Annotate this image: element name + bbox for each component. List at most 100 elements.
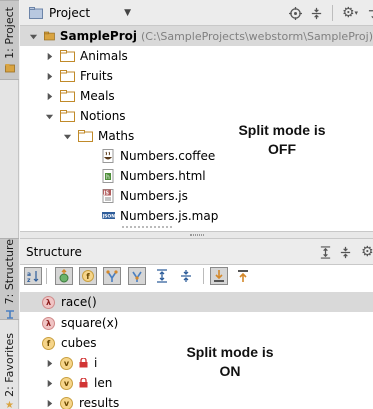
hide-panel-icon[interactable]: [366, 5, 373, 21]
folder-icon: [60, 70, 75, 82]
settings-gear-icon[interactable]: ⚙▾: [338, 5, 362, 21]
svg-text:JSON: JSON: [102, 214, 115, 220]
coffee-file-icon: [102, 149, 114, 163]
collapsed-arrow-icon[interactable]: [44, 378, 54, 388]
structure-item-label: i: [94, 356, 98, 370]
autoscroll-to-source-button[interactable]: [210, 267, 228, 285]
tree-folder-row[interactable]: Meals: [44, 86, 115, 106]
folder-icon: [60, 110, 75, 122]
tree-file-row[interactable]: h Numbers.html: [102, 166, 206, 186]
project-panel-header: Project ▼ ⚙ ▾: [20, 0, 373, 26]
tree-folder-row[interactable]: Animals: [44, 46, 128, 66]
expanded-arrow-icon[interactable]: [29, 31, 38, 41]
svg-text:z: z: [27, 277, 31, 283]
structure-tool-tab-label: 7: Structure: [3, 239, 16, 305]
folder-name: Notions: [80, 109, 126, 123]
collapse-split-icon[interactable]: [337, 244, 353, 260]
partially-hidden-row: [122, 226, 172, 230]
structure-item-label: cubes: [61, 336, 97, 350]
tree-file-row[interactable]: JS Numbers.js: [102, 186, 188, 206]
js-file-icon: JS: [102, 189, 114, 203]
structure-item-row[interactable]: v len: [44, 373, 112, 393]
splitter-grip[interactable]: [189, 234, 204, 236]
variable-icon: v: [60, 376, 73, 390]
svg-text:h: h: [106, 174, 110, 181]
note-line-1: Split mode is: [238, 122, 326, 138]
collapse-all-icon[interactable]: [308, 5, 324, 21]
tree-root-row[interactable]: SampleProj (C:\SampleProjects\webstorm\S…: [20, 26, 373, 46]
structure-panel-title: Structure: [26, 244, 82, 259]
show-hierarchy-button[interactable]: [128, 267, 146, 285]
json-file-icon: JSON: [102, 212, 115, 220]
panel-splitter[interactable]: [20, 231, 373, 239]
expand-all-button[interactable]: [153, 267, 171, 285]
variable-icon: v: [60, 396, 73, 409]
project-panel-title: Project: [49, 5, 91, 20]
tree-file-row[interactable]: JSON Numbers.js.map: [102, 206, 218, 226]
structure-icon: [5, 309, 14, 319]
structure-item-row[interactable]: λ race(): [20, 292, 373, 312]
project-tool-tab[interactable]: 1: Project: [0, 0, 19, 80]
favorites-star-icon: ★: [5, 399, 14, 409]
folder-name: Fruits: [80, 69, 113, 83]
collapsed-arrow-icon[interactable]: [44, 91, 54, 101]
favorites-tool-tab-label: 2: Favorites: [3, 333, 16, 397]
structure-item-label: results: [79, 396, 120, 409]
lock-icon: [79, 378, 88, 388]
collapsed-arrow-icon[interactable]: [44, 71, 54, 81]
sort-alpha-button[interactable]: az: [24, 267, 42, 285]
toolbar-separator: [44, 267, 48, 285]
folder-icon: [60, 50, 75, 62]
lambda-icon: λ: [42, 295, 55, 309]
header-separator: [332, 5, 333, 21]
collapsed-arrow-icon[interactable]: [44, 51, 54, 61]
note-line-2: OFF: [268, 141, 296, 157]
group-by-type-button[interactable]: [103, 267, 121, 285]
file-name: Numbers.js.map: [120, 209, 219, 223]
show-fields-button[interactable]: f: [79, 267, 97, 285]
show-inherited-button[interactable]: [55, 267, 73, 285]
note-line-2: ON: [219, 363, 241, 379]
tree-file-row[interactable]: Numbers.coffee: [102, 146, 215, 166]
lock-icon: [79, 358, 88, 368]
note-line-1: Split mode is: [186, 344, 274, 360]
tool-window-strip: 1: Project 7: Structure 2: Favorites ★: [0, 0, 19, 409]
project-tool-tab-label: 1: Project: [3, 7, 16, 59]
folder-name: Maths: [98, 129, 135, 143]
autoscroll-from-source-button[interactable]: [234, 267, 252, 285]
html-file-icon: h: [102, 169, 114, 183]
expanded-arrow-icon[interactable]: [44, 111, 54, 121]
settings-gear-icon[interactable]: ⚙▾: [358, 244, 373, 260]
structure-tool-tab[interactable]: 7: Structure: [0, 238, 19, 320]
folder-icon: [78, 130, 93, 142]
collapse-all-button[interactable]: [177, 267, 195, 285]
favorites-tool-tab[interactable]: 2: Favorites ★: [0, 333, 19, 409]
root-folder-name: SampleProj: [59, 29, 137, 43]
expand-split-icon[interactable]: [317, 244, 333, 260]
file-name: Numbers.js: [120, 189, 188, 203]
expanded-arrow-icon[interactable]: [62, 131, 72, 141]
structure-item-label: len: [94, 376, 113, 390]
collapsed-arrow-icon[interactable]: [44, 398, 54, 408]
project-folder-icon: [4, 63, 15, 73]
tree-folder-row[interactable]: Maths: [62, 126, 134, 146]
tree-folder-row[interactable]: Notions: [44, 106, 126, 126]
structure-item-row[interactable]: f cubes: [42, 333, 96, 353]
structure-item-row[interactable]: λ square(x): [42, 313, 118, 333]
structure-item-label: square(x): [61, 316, 119, 330]
locate-target-icon[interactable]: [287, 5, 303, 21]
folder-name: Meals: [80, 89, 115, 103]
structure-item-row[interactable]: v results: [44, 393, 119, 409]
project-view-dropdown-arrow[interactable]: ▼: [124, 8, 131, 18]
file-name: Numbers.coffee: [120, 149, 216, 163]
file-name: Numbers.html: [120, 169, 206, 183]
collapsed-arrow-icon[interactable]: [44, 358, 54, 368]
project-panel: Project ▼ ⚙ ▾ SampleProj (C:\SampleProjec…: [20, 0, 373, 231]
toolbar-separator: [201, 267, 205, 285]
structure-item-row[interactable]: v i: [44, 353, 97, 373]
tree-folder-row[interactable]: Fruits: [44, 66, 113, 86]
folder-name: Animals: [80, 49, 128, 63]
function-icon: f: [42, 336, 55, 350]
variable-icon: v: [60, 356, 73, 370]
folder-icon: [60, 90, 75, 102]
